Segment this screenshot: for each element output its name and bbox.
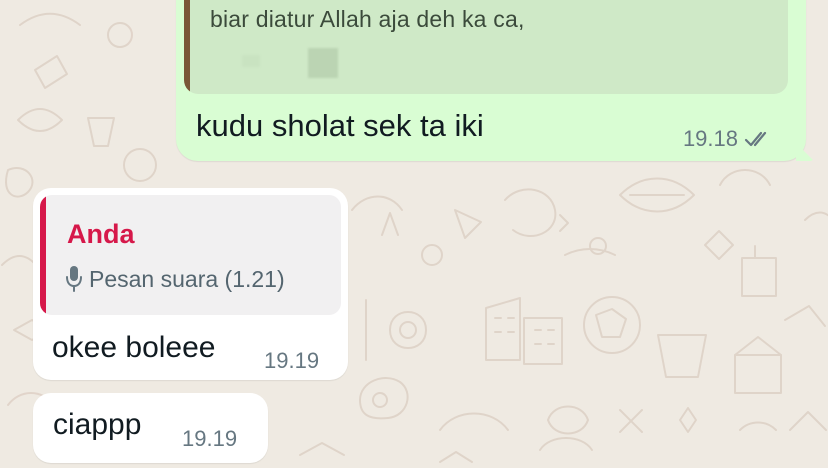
incoming-message-text: ciappp — [53, 408, 142, 441]
message-meta: 19.18 — [683, 126, 774, 152]
message-time: 19.19 — [182, 426, 238, 451]
outgoing-message-text: kudu sholat sek ta iki — [196, 108, 484, 143]
quote-accent-bar — [40, 195, 46, 315]
message-time: 19.19 — [264, 348, 320, 373]
quoted-message[interactable]: biar diatur Allah aja deh ka ca, — [184, 0, 788, 94]
incoming-message-text: okee boleee — [52, 331, 216, 364]
quote-accent-bar — [184, 0, 190, 94]
incoming-message-bubble[interactable]: ciappp 19.19 — [33, 393, 268, 463]
quoted-sender-name: Anda — [67, 219, 135, 249]
outgoing-message-bubble[interactable]: biar diatur Allah aja deh ka ca, kudu sh… — [176, 0, 814, 161]
quoted-message-text: biar diatur Allah aja deh ka ca, — [210, 6, 525, 32]
message-time: 19.18 — [682, 126, 738, 151]
blurred-emoji — [242, 55, 260, 67]
voice-message-preview: Pesan suara (1.21) — [65, 265, 285, 293]
quoted-message[interactable]: Anda Pesan suara (1.21) — [40, 195, 341, 315]
double-check-icon — [744, 129, 774, 149]
voice-message-label: Pesan suara (1.21) — [89, 265, 285, 292]
incoming-message-bubble[interactable]: Anda Pesan suara (1.21) okee boleee 19.1… — [33, 188, 348, 380]
blurred-emoji — [308, 48, 338, 78]
microphone-icon — [65, 265, 83, 293]
